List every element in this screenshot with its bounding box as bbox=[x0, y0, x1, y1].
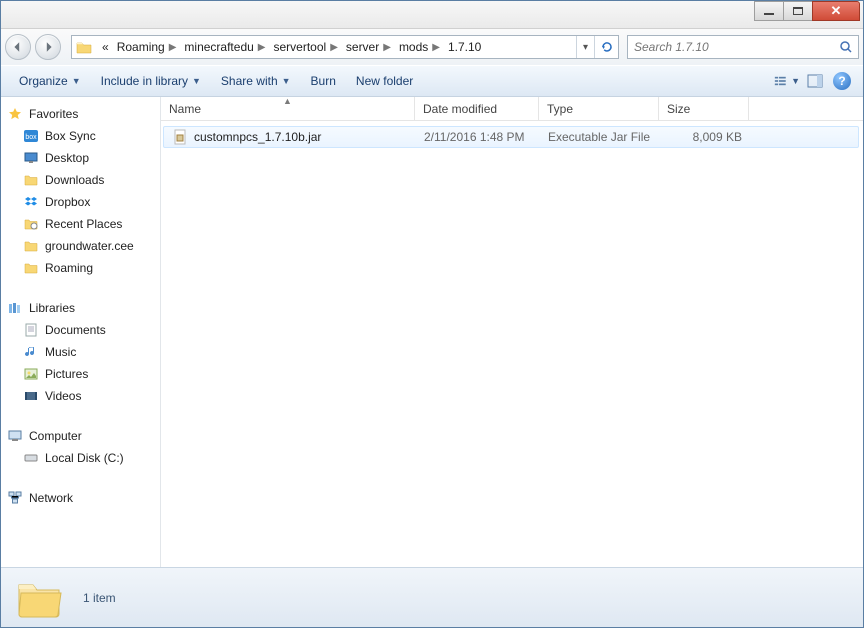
sidebar-item-dropbox[interactable]: Dropbox bbox=[1, 191, 160, 213]
file-date: 2/11/2016 1:48 PM bbox=[416, 130, 540, 144]
column-type[interactable]: Type bbox=[539, 97, 659, 120]
minimize-button[interactable] bbox=[754, 1, 784, 21]
address-bar[interactable]: « Roaming▶ minecraftedu▶ servertool▶ ser… bbox=[71, 35, 619, 59]
desktop-icon bbox=[23, 150, 39, 166]
column-date[interactable]: Date modified bbox=[415, 97, 539, 120]
sidebar-label: Libraries bbox=[29, 301, 75, 315]
chevron-right-icon: ▶ bbox=[258, 42, 266, 53]
refresh-button[interactable] bbox=[594, 36, 618, 58]
explorer-window: ✕ « Roaming▶ minecraftedu▶ servertool▶ s… bbox=[0, 0, 864, 628]
chevron-down-icon: ▼ bbox=[192, 76, 201, 86]
file-type: Executable Jar File bbox=[540, 130, 660, 144]
address-dropdown[interactable]: ▾ bbox=[576, 36, 594, 58]
breadcrumb-1710[interactable]: 1.7.10 bbox=[442, 36, 483, 58]
include-library-menu[interactable]: Include in library▼ bbox=[91, 70, 211, 92]
sidebar-item-pictures[interactable]: Pictures bbox=[1, 363, 160, 385]
chevron-down-icon: ▼ bbox=[791, 76, 800, 86]
column-headers: ▲Name Date modified Type Size bbox=[161, 97, 863, 121]
folder-icon bbox=[15, 577, 63, 619]
window-controls: ✕ bbox=[754, 1, 860, 21]
sidebar-item-groundwater[interactable]: groundwater.cee bbox=[1, 235, 160, 257]
sidebar-item-documents[interactable]: Documents bbox=[1, 319, 160, 341]
sidebar-libraries[interactable]: Libraries bbox=[1, 297, 160, 319]
jar-file-icon bbox=[172, 129, 188, 145]
pictures-icon bbox=[23, 366, 39, 382]
chevron-down-icon: ▼ bbox=[72, 76, 81, 86]
libraries-icon bbox=[7, 300, 23, 316]
titlebar: ✕ bbox=[1, 1, 863, 29]
sidebar-favorites[interactable]: Favorites bbox=[1, 103, 160, 125]
sidebar-item-localdisk[interactable]: Local Disk (C:) bbox=[1, 447, 160, 469]
chevron-right-icon: ▶ bbox=[383, 42, 391, 53]
breadcrumb-mods[interactable]: mods▶ bbox=[393, 36, 442, 58]
star-icon bbox=[7, 106, 23, 122]
sidebar-item-desktop[interactable]: Desktop bbox=[1, 147, 160, 169]
burn-button[interactable]: Burn bbox=[301, 70, 346, 92]
drive-icon bbox=[23, 450, 39, 466]
folder-icon bbox=[76, 39, 92, 55]
preview-pane-button[interactable] bbox=[801, 70, 829, 92]
close-button[interactable]: ✕ bbox=[812, 1, 860, 21]
sidebar-item-roaming[interactable]: Roaming bbox=[1, 257, 160, 279]
sidebar-label: Network bbox=[29, 491, 73, 505]
box-icon: box bbox=[23, 128, 39, 144]
chevron-right-icon: ▶ bbox=[330, 42, 338, 53]
maximize-button[interactable] bbox=[783, 1, 813, 21]
sidebar-item-boxsync[interactable]: boxBox Sync bbox=[1, 125, 160, 147]
new-folder-button[interactable]: New folder bbox=[346, 70, 423, 92]
sidebar-label: Computer bbox=[29, 429, 82, 443]
breadcrumb-server[interactable]: server▶ bbox=[340, 36, 393, 58]
dropbox-icon bbox=[23, 194, 39, 210]
sidebar-label: Favorites bbox=[29, 107, 78, 121]
chevron-right-icon: ▶ bbox=[169, 42, 177, 53]
network-icon bbox=[7, 490, 23, 506]
breadcrumb-roaming[interactable]: Roaming▶ bbox=[111, 36, 179, 58]
computer-icon bbox=[7, 428, 23, 444]
file-row[interactable]: customnpcs_1.7.10b.jar 2/11/2016 1:48 PM… bbox=[163, 126, 859, 148]
share-with-menu[interactable]: Share with▼ bbox=[211, 70, 301, 92]
search-input[interactable] bbox=[628, 40, 834, 54]
music-icon bbox=[23, 344, 39, 360]
file-name: customnpcs_1.7.10b.jar bbox=[194, 130, 321, 144]
column-name[interactable]: ▲Name bbox=[161, 97, 415, 120]
body: Favorites boxBox Sync Desktop Downloads … bbox=[1, 97, 863, 567]
svg-text:box: box bbox=[25, 134, 37, 141]
file-size: 8,009 KB bbox=[660, 130, 750, 144]
breadcrumb-minecraftedu[interactable]: minecraftedu▶ bbox=[178, 36, 267, 58]
file-list-pane: ▲Name Date modified Type Size customnpcs… bbox=[161, 97, 863, 567]
chevron-down-icon: ▼ bbox=[282, 76, 291, 86]
sidebar-item-recent[interactable]: Recent Places bbox=[1, 213, 160, 235]
folder-icon bbox=[23, 238, 39, 254]
sidebar-computer[interactable]: Computer bbox=[1, 425, 160, 447]
search-icon[interactable] bbox=[834, 40, 858, 54]
file-list[interactable]: customnpcs_1.7.10b.jar 2/11/2016 1:48 PM… bbox=[161, 121, 863, 567]
sidebar-network[interactable]: Network bbox=[1, 487, 160, 509]
forward-button[interactable] bbox=[35, 34, 61, 60]
sidebar-item-videos[interactable]: Videos bbox=[1, 385, 160, 407]
chevron-right-icon: ▶ bbox=[432, 42, 440, 53]
organize-menu[interactable]: Organize▼ bbox=[9, 70, 91, 92]
videos-icon bbox=[23, 388, 39, 404]
documents-icon bbox=[23, 322, 39, 338]
folder-icon bbox=[23, 172, 39, 188]
folder-icon bbox=[23, 260, 39, 276]
details-pane: 1 item bbox=[1, 567, 863, 627]
status-text: 1 item bbox=[83, 591, 116, 605]
toolbar: Organize▼ Include in library▼ Share with… bbox=[1, 65, 863, 97]
column-size[interactable]: Size bbox=[659, 97, 749, 120]
recent-icon bbox=[23, 216, 39, 232]
sidebar-item-music[interactable]: Music bbox=[1, 341, 160, 363]
breadcrumb-prefix[interactable]: « bbox=[96, 36, 111, 58]
navigation-pane[interactable]: Favorites boxBox Sync Desktop Downloads … bbox=[1, 97, 161, 567]
sort-asc-icon: ▲ bbox=[283, 97, 292, 106]
search-box[interactable] bbox=[627, 35, 859, 59]
navbar: « Roaming▶ minecraftedu▶ servertool▶ ser… bbox=[1, 29, 863, 65]
back-button[interactable] bbox=[5, 34, 31, 60]
breadcrumb-servertool[interactable]: servertool▶ bbox=[268, 36, 340, 58]
sidebar-item-downloads[interactable]: Downloads bbox=[1, 169, 160, 191]
help-button[interactable]: ? bbox=[833, 72, 851, 90]
view-options-button[interactable]: ▼ bbox=[773, 70, 801, 92]
